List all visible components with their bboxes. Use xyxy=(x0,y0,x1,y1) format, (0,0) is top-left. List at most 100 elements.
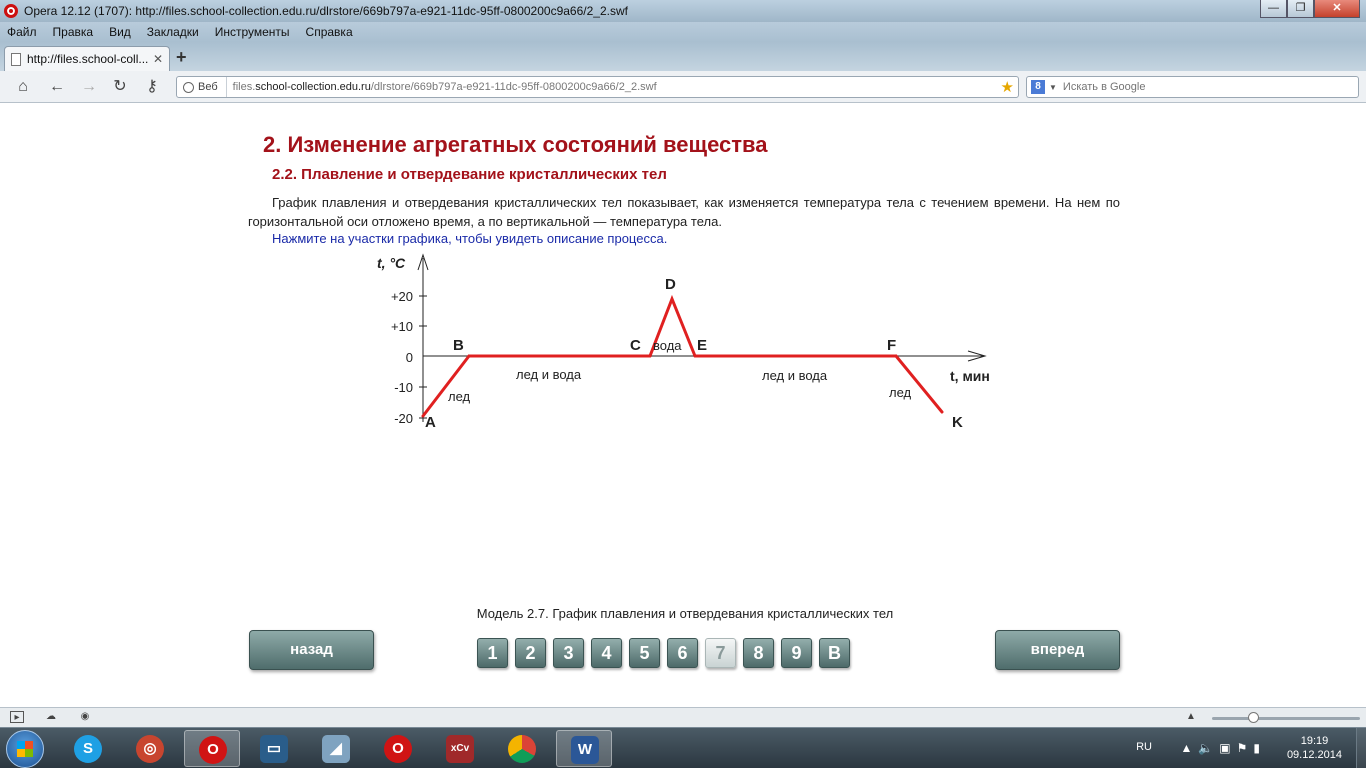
url-prefix: files. xyxy=(232,81,256,93)
y-axis-label: t, °C xyxy=(377,255,406,271)
page-subheading: 2.2. Плавление и отвердевание кристаллич… xyxy=(272,166,667,183)
status-bar: ▸ ☁ ◉ ▲ xyxy=(0,707,1366,727)
minimize-button[interactable]: — xyxy=(1260,0,1287,18)
taskbar-xcv[interactable]: xCv xyxy=(432,730,488,767)
monitor-icon: ▭ xyxy=(260,735,288,763)
tab-close-icon[interactable]: ✕ xyxy=(153,52,163,66)
taskbar: S ◎ O ▭ ◢ O xCv W RU ▲🔈▣⚑▮ 19:19 09.12.2… xyxy=(0,727,1366,768)
taskbar-skype[interactable]: S xyxy=(60,730,116,767)
taskbar-opera-active[interactable]: O xyxy=(184,730,240,767)
tick-label: 0 xyxy=(406,350,413,365)
clock-time: 19:19 xyxy=(1300,735,1329,747)
taskbar-app-red[interactable]: ◎ xyxy=(122,730,178,767)
menu-bookmarks[interactable]: Закладки xyxy=(147,25,199,39)
search-input[interactable] xyxy=(1062,81,1333,93)
menu-help[interactable]: Справка xyxy=(306,25,353,39)
page-button[interactable]: 8 xyxy=(743,638,774,668)
title-bar: Opera 12.12 (1707): http://files.school-… xyxy=(0,0,1366,22)
zoom-slider[interactable] xyxy=(1212,717,1360,720)
taskbar-chrome[interactable] xyxy=(494,730,550,767)
tab-label: http://files.school-coll... xyxy=(27,52,149,66)
chevron-down-icon[interactable]: ▼ xyxy=(1049,83,1057,92)
forward-icon[interactable]: → xyxy=(78,77,100,97)
point-label-d: D xyxy=(665,276,676,293)
page-heading: 2. Изменение агрегатных состояний вещест… xyxy=(263,132,768,157)
instruction-hint: Нажмите на участки графика, чтобы увидет… xyxy=(272,231,668,246)
tab-active[interactable]: http://files.school-coll... ✕ xyxy=(4,46,170,71)
show-desktop-button[interactable] xyxy=(1356,728,1366,768)
clock-date: 09.12.2014 xyxy=(1286,749,1342,761)
opera-logo-icon xyxy=(4,4,18,18)
back-button[interactable]: назад xyxy=(249,630,374,670)
windows-logo-icon xyxy=(17,741,33,757)
window-controls: — ❐ ✕ xyxy=(1260,0,1360,18)
x-axis-label: t, мин xyxy=(950,368,990,384)
segment-label: лед и вода xyxy=(516,367,582,382)
taskbar-word[interactable]: W xyxy=(556,730,612,767)
home-icon[interactable]: ⌂ xyxy=(12,77,34,97)
google-icon[interactable]: 8 xyxy=(1031,80,1045,94)
taskbar-scanner[interactable]: ◢ xyxy=(308,730,364,767)
close-button[interactable]: ✕ xyxy=(1314,0,1360,18)
tick-label: +20 xyxy=(391,289,413,304)
forward-button[interactable]: вперед xyxy=(995,630,1120,670)
web-badge[interactable]: Веб xyxy=(177,77,227,97)
chevron-up-icon[interactable]: ▲ xyxy=(1184,711,1198,723)
back-icon[interactable]: ← xyxy=(46,77,68,97)
page-button[interactable]: 6 xyxy=(667,638,698,668)
point-label-b: B xyxy=(453,337,464,354)
menu-file[interactable]: Файл xyxy=(7,25,37,39)
page-button[interactable]: В xyxy=(819,638,850,668)
menu-bar: Файл Правка Вид Закладки Инструменты Спр… xyxy=(0,22,1366,42)
key-icon[interactable]: ⚷ xyxy=(141,77,163,97)
menu-tools[interactable]: Инструменты xyxy=(215,25,290,39)
menu-view[interactable]: Вид xyxy=(109,25,131,39)
search-box[interactable]: 8 ▼ xyxy=(1026,76,1359,98)
start-button[interactable] xyxy=(6,730,44,768)
page-icon xyxy=(11,52,21,66)
app-icon: ◎ xyxy=(136,735,164,763)
skype-icon: S xyxy=(74,735,102,763)
point-label-c: C xyxy=(630,337,641,354)
menu-edit[interactable]: Правка xyxy=(53,25,94,39)
segment-label: лед xyxy=(448,389,471,404)
page-button[interactable]: 1 xyxy=(477,638,508,668)
speed-dial-icon[interactable]: ◉ xyxy=(78,711,92,723)
window-title: Opera 12.12 (1707): http://files.school-… xyxy=(24,4,628,18)
taskbar-computer[interactable]: ▭ xyxy=(246,730,302,767)
taskbar-opera[interactable]: O xyxy=(370,730,426,767)
page-button[interactable]: 5 xyxy=(629,638,660,668)
page-button[interactable]: 2 xyxy=(515,638,546,668)
page-button-active[interactable]: 7 xyxy=(705,638,736,668)
tray-icons[interactable]: ▲🔈▣⚑▮ xyxy=(1180,741,1266,755)
clock[interactable]: 19:19 09.12.2014 xyxy=(1287,734,1342,762)
chrome-icon xyxy=(508,735,536,763)
description-paragraph: График плавления и отвердевания кристалл… xyxy=(248,195,1120,229)
web-badge-label: Веб xyxy=(198,81,218,93)
page-button[interactable]: 9 xyxy=(781,638,812,668)
panel-toggle-icon[interactable]: ▸ xyxy=(10,711,24,723)
tab-bar: http://files.school-coll... ✕ + xyxy=(0,42,1366,71)
cloud-icon[interactable]: ☁ xyxy=(44,711,58,723)
tick-label: -20 xyxy=(394,411,413,426)
page-button[interactable]: 3 xyxy=(553,638,584,668)
segment-label: лед xyxy=(889,385,912,400)
zoom-slider-handle[interactable] xyxy=(1248,712,1259,723)
new-tab-button[interactable]: + xyxy=(176,47,187,68)
reload-icon[interactable]: ↻ xyxy=(109,77,131,97)
bookmark-star-icon[interactable]: ★ xyxy=(1001,78,1014,96)
model-caption: Модель 2.7. График плавления и отвердева… xyxy=(476,606,894,621)
page-button[interactable]: 4 xyxy=(591,638,622,668)
segment-label: вода xyxy=(653,338,682,353)
xcv-icon: xCv xyxy=(446,735,474,763)
language-indicator[interactable]: RU xyxy=(1136,741,1152,753)
word-icon: W xyxy=(571,736,599,764)
url-text[interactable]: files.school-collection.edu.ru/dlrstore/… xyxy=(227,81,1001,93)
segment-ab[interactable] xyxy=(421,354,471,418)
melting-graph: t, °C t, мин +20 +10 0 -10 -20 A B C D E… xyxy=(377,253,990,431)
address-field[interactable]: Веб files.school-collection.edu.ru/dlrst… xyxy=(176,76,1019,98)
segment-fk[interactable] xyxy=(894,354,944,414)
point-label-a: A xyxy=(425,414,436,431)
maximize-button[interactable]: ❐ xyxy=(1287,0,1314,18)
url-path: /dlrstore/669b797a-e921-11dc-95ff-080020… xyxy=(370,81,657,93)
